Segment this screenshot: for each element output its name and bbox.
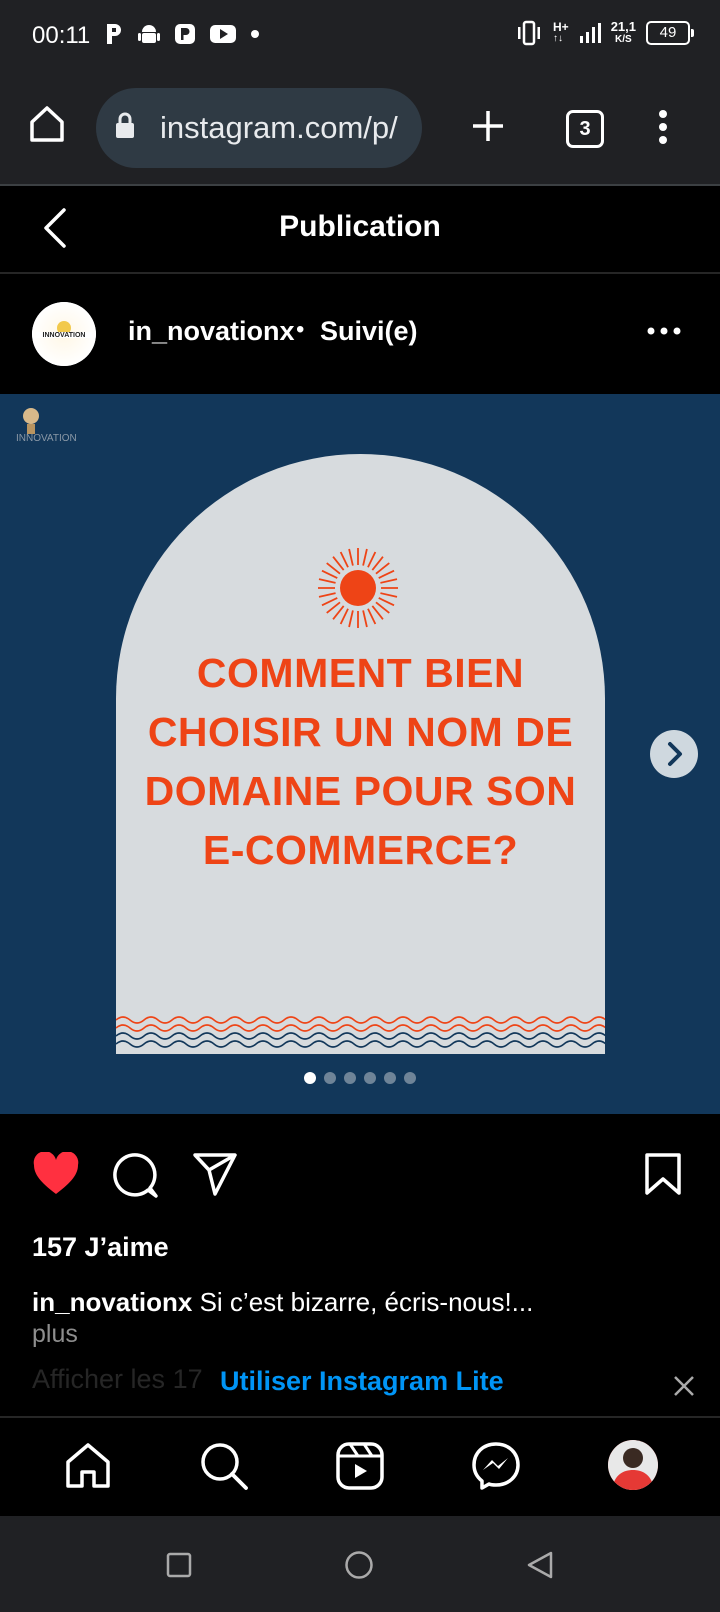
- carousel-dot: [364, 1072, 376, 1084]
- sun-icon: [318, 548, 398, 628]
- watermark-logo-icon: INNOVATION: [16, 408, 77, 444]
- plus-icon[interactable]: [470, 108, 506, 144]
- p-badge-icon: [175, 24, 195, 44]
- carousel-next-button[interactable]: [650, 730, 698, 778]
- lock-icon: [116, 112, 134, 138]
- network-arrows: ↑↓: [553, 33, 563, 44]
- recents-square-icon[interactable]: [166, 1552, 192, 1578]
- share-icon[interactable]: [192, 1152, 238, 1196]
- network-indicator: H+ ↑↓: [553, 21, 569, 45]
- speed-unit: K/S: [615, 34, 632, 45]
- caption-more-link[interactable]: plus: [32, 1320, 78, 1349]
- follow-status[interactable]: Suivi(e): [320, 316, 418, 347]
- nav-messenger-icon[interactable]: [470, 1440, 522, 1492]
- speed-value: 21,1: [610, 19, 636, 34]
- kebab-menu-icon[interactable]: [656, 108, 670, 146]
- comment-icon[interactable]: [112, 1152, 158, 1198]
- dot-icon: [251, 30, 259, 38]
- view-comments-link[interactable]: Afficher les 17: [32, 1364, 203, 1395]
- signal-icon: [579, 23, 601, 43]
- carousel-dot: [344, 1072, 356, 1084]
- nav-search-icon[interactable]: [198, 1440, 250, 1492]
- separator-dot: •: [296, 316, 305, 343]
- system-status-icons: H+ ↑↓ 21,1 K/S 49: [515, 20, 694, 46]
- innovation-logo-icon: INNOVATION: [32, 302, 96, 366]
- chevron-right-icon: [668, 742, 682, 766]
- bookmark-icon[interactable]: [644, 1152, 682, 1196]
- home-icon[interactable]: [28, 104, 66, 144]
- url-text[interactable]: instagram.com/p/: [160, 110, 408, 146]
- carousel-dot: [404, 1072, 416, 1084]
- tab-switcher-button[interactable]: 3: [566, 110, 604, 148]
- carousel-dot: [324, 1072, 336, 1084]
- avatar-logo-text: INNOVATION: [43, 332, 86, 339]
- author-avatar[interactable]: INNOVATION: [32, 302, 96, 366]
- more-options-icon[interactable]: [646, 326, 682, 336]
- network-speed: 21,1 K/S: [611, 20, 636, 46]
- carousel-dot: [304, 1072, 316, 1084]
- caption-text: Si c’est bizarre, écris-nous!...: [192, 1287, 534, 1317]
- heart-icon[interactable]: [32, 1152, 80, 1196]
- p-app-icon: [107, 24, 121, 44]
- close-icon[interactable]: [672, 1374, 696, 1398]
- caption-username[interactable]: in_novationx: [32, 1287, 192, 1317]
- network-type: H+: [553, 20, 569, 34]
- nav-profile-avatar[interactable]: [608, 1440, 658, 1490]
- battery-icon: 49: [646, 21, 694, 45]
- back-triangle-icon[interactable]: [526, 1550, 554, 1580]
- headline-line-4: E-COMMERCE?: [202, 827, 519, 873]
- page-title: Publication: [279, 210, 441, 243]
- vibrate-icon: [518, 20, 540, 46]
- android-icon: [138, 25, 160, 43]
- post-headline: COMMENT BIEN CHOISIR UN NOM DE DOMAINE P…: [116, 644, 605, 880]
- headline-line-3: DOMAINE POUR SON: [144, 768, 577, 814]
- post-caption: in_novationx Si c’est bizarre, écris-nou…: [32, 1284, 692, 1320]
- notification-icons: [104, 22, 260, 46]
- profile-avatar-icon: [608, 1440, 658, 1490]
- like-count[interactable]: 157 J’aime: [32, 1232, 169, 1263]
- status-time: 00:11: [32, 22, 91, 49]
- headline-line-2: CHOISIR UN NOM DE: [147, 709, 574, 755]
- carousel-indicator: [0, 1072, 720, 1084]
- carousel-dot: [384, 1072, 396, 1084]
- youtube-icon: [210, 25, 236, 43]
- nav-home-icon[interactable]: [62, 1440, 114, 1492]
- author-username[interactable]: in_novationx: [128, 316, 295, 347]
- home-circle-icon[interactable]: [344, 1550, 374, 1580]
- instagram-lite-banner-link[interactable]: Utiliser Instagram Lite: [220, 1366, 504, 1397]
- watermark-text: INNOVATION: [16, 433, 77, 444]
- headline-line-1: COMMENT BIEN: [196, 650, 525, 696]
- nav-reels-icon[interactable]: [334, 1440, 386, 1492]
